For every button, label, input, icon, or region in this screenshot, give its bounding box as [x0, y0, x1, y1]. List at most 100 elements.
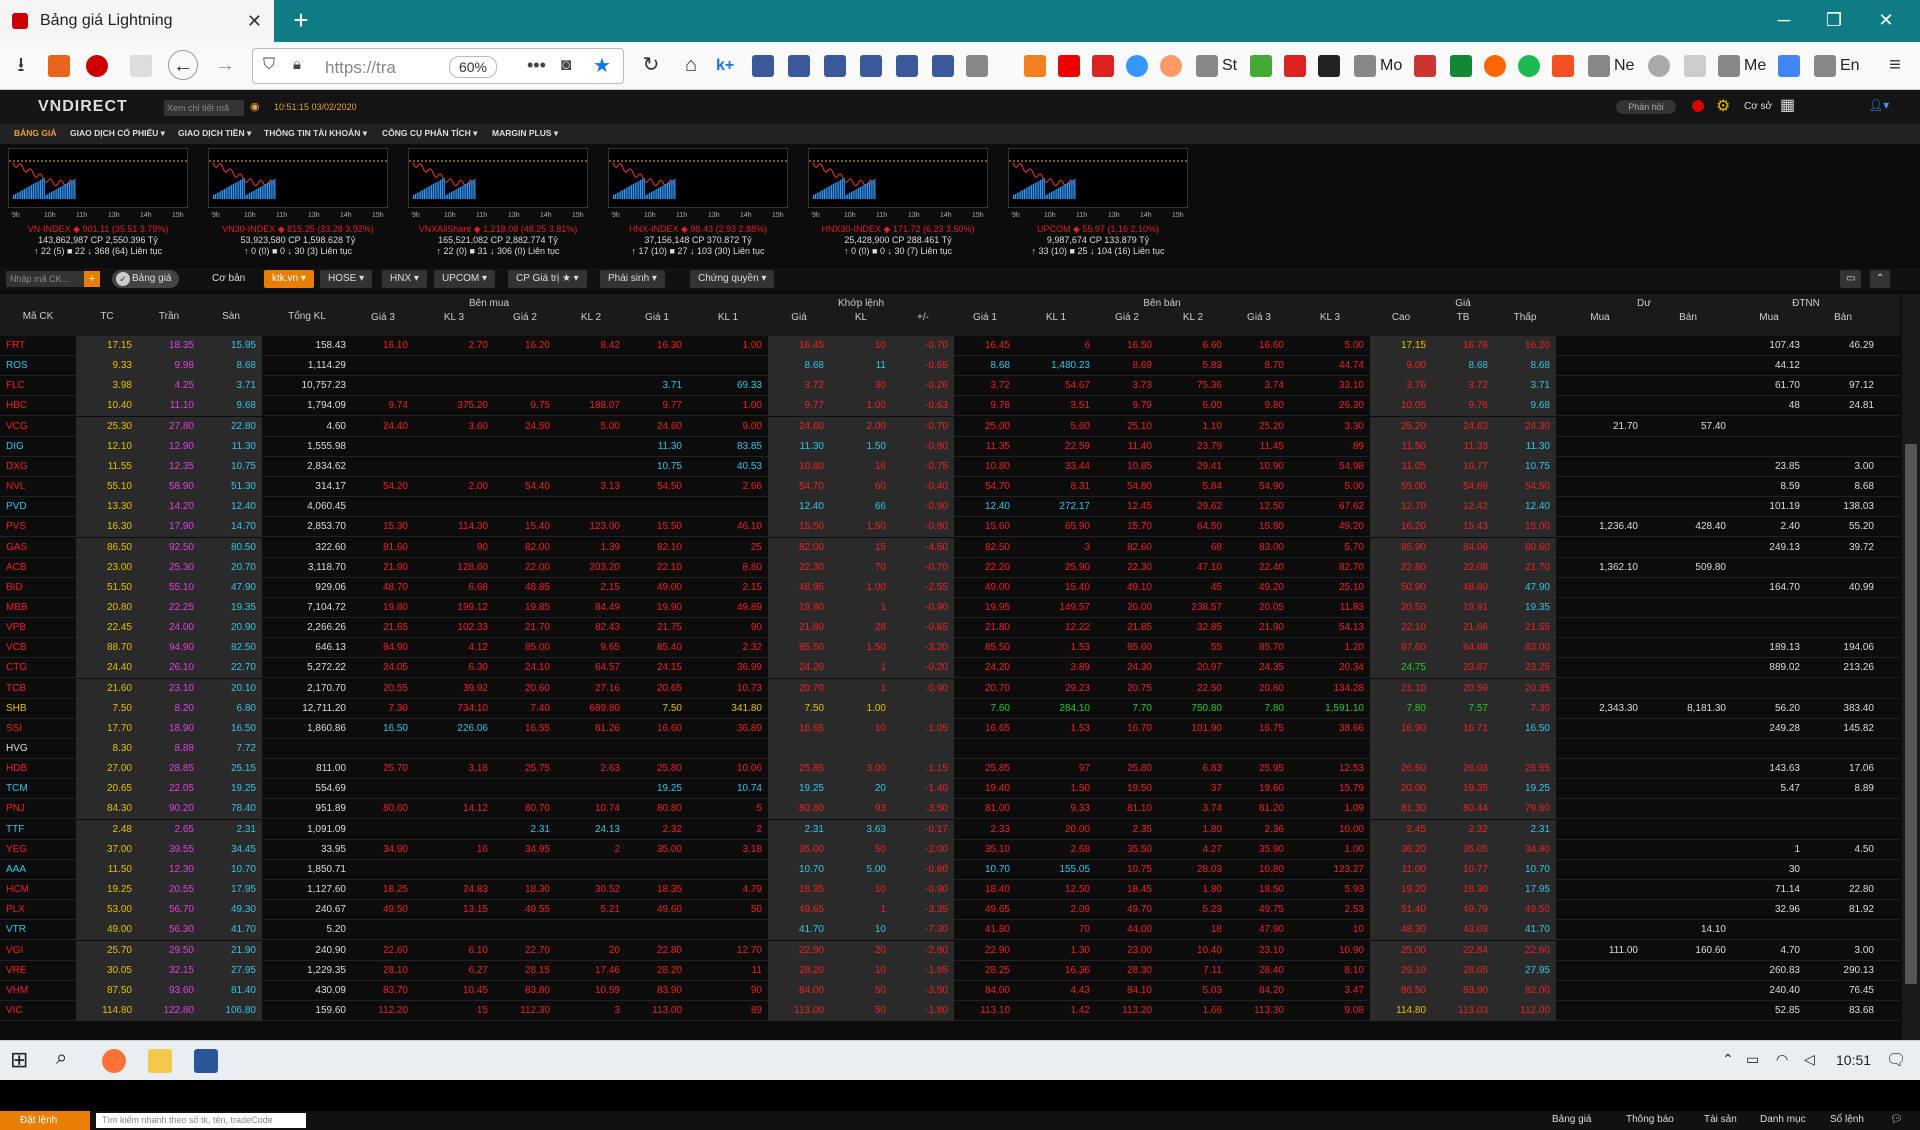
- symbol-cell[interactable]: AAA: [0, 860, 76, 880]
- symbol-cell[interactable]: HDB: [0, 759, 76, 779]
- menu-thong-tin-tai-khoan[interactable]: THÔNG TIN TÀI KHOẢN ▾: [264, 128, 367, 139]
- flipboard-bookmark-icon[interactable]: [1058, 55, 1080, 77]
- index-mini-chart[interactable]: [8, 148, 189, 208]
- url-bar[interactable]: ⛉ 🔒︎ https://tra 60% ••• ◙ ★: [252, 48, 624, 84]
- symbol-cell[interactable]: HVG: [0, 739, 76, 759]
- table-row[interactable]: ACB 23.00 25.30 20.70 3,118.70 21.90 128.60 22.…: [0, 557, 1900, 578]
- back-icon[interactable]: ←: [168, 50, 198, 80]
- index-mini-chart[interactable]: [808, 148, 989, 208]
- column-header[interactable]: Tổng KL: [262, 300, 352, 334]
- footer-bang-gia[interactable]: Bảng giá: [1552, 1114, 1591, 1125]
- page-bookmark-icon[interactable]: [1684, 55, 1706, 77]
- table-row[interactable]: MBB 20.80 22.25 19.35 7,104.72 19.80 199.12 19.…: [0, 597, 1900, 618]
- column-header[interactable]: KL 2: [1158, 308, 1228, 328]
- table-row[interactable]: PLX 53.00 56.70 49.30 240.67 49.50 13.15 49.55 5…: [0, 900, 1900, 921]
- add-symbol-icon[interactable]: +: [84, 271, 100, 287]
- table-row[interactable]: VGI 25.70 29.50 21.90 240.90 22.60 6.10 22.70 20…: [0, 940, 1900, 961]
- symbol-cell[interactable]: VCG: [0, 417, 76, 437]
- table-row[interactable]: VHM 87.50 93.60 81.40 430.09 83.70 10.45 83.80 1…: [0, 980, 1900, 1001]
- vertical-scrollbar[interactable]: [1902, 294, 1920, 1040]
- collapse-icon[interactable]: ⌃: [1870, 270, 1891, 288]
- table-row[interactable]: DIG 12.10 12.90 11.30 1,555.98 11.30 83.85 11.3…: [0, 436, 1900, 457]
- symbol-cell[interactable]: VTR: [0, 920, 76, 940]
- column-header[interactable]: Giá 2: [1096, 308, 1158, 328]
- globe-bookmark-icon[interactable]: [1126, 55, 1148, 77]
- symbol-cell[interactable]: FLC: [0, 376, 76, 396]
- d-bookmark-icon[interactable]: [1024, 55, 1046, 77]
- stock-detail-input[interactable]: Xem chỉ tiết mã: [164, 100, 244, 116]
- symbol-cell[interactable]: VGI: [0, 941, 76, 961]
- home-icon[interactable]: ⌂: [676, 50, 706, 80]
- column-header[interactable]: Mã CK: [0, 300, 76, 334]
- microsoft-bookmark-icon[interactable]: [1552, 55, 1574, 77]
- quick-search-input[interactable]: Tìm kiếm nhanh theo số tk, tên, tradeCod…: [96, 1113, 306, 1128]
- column-header[interactable]: KL: [830, 308, 892, 328]
- dark-bookmark-icon[interactable]: [1318, 55, 1340, 77]
- facebook-bookmark-icon[interactable]: [752, 55, 774, 77]
- chung-quyen-dropdown[interactable]: Chứng quyền ▾: [690, 270, 775, 288]
- reload-icon[interactable]: ↻: [636, 50, 666, 80]
- facebook-bookmark-icon[interactable]: [896, 55, 918, 77]
- battery-icon[interactable]: ▭: [1746, 1051, 1759, 1068]
- table-row[interactable]: SSI 17.70 18.90 16.50 1,860.86 16.50 226.06 16.…: [0, 718, 1900, 739]
- table-row[interactable]: HDB 27.00 28.85 25.15 811.00 25.70 3.18 25.75 2.…: [0, 759, 1900, 780]
- table-row[interactable]: TCM 20.65 22.05 19.25 554.69 19.25 10.74 19.25 2…: [0, 779, 1900, 800]
- table-row[interactable]: PVD 13.30 14.20 12.40 4,060.45 12.40 66 -0.90 12…: [0, 497, 1900, 518]
- table-row[interactable]: PVS 16.30 17.90 14.70 2,853.70 15.30 114.30 15.…: [0, 517, 1900, 538]
- apps-grid-icon[interactable]: ▦: [1780, 95, 1795, 115]
- folder-icon[interactable]: [1196, 55, 1218, 77]
- table-row[interactable]: VIC 114.80 122.80 106.80 159.60 112.20 15 112.3…: [0, 1000, 1900, 1021]
- cloud-bookmark-icon[interactable]: [1648, 55, 1670, 77]
- symbol-cell[interactable]: CTG: [0, 658, 76, 678]
- index-mini-chart[interactable]: [208, 148, 389, 208]
- web-bookmark-icon[interactable]: [1160, 55, 1182, 77]
- table-row[interactable]: HCM 19.25 20.55 17.95 1,127.60 18.25 24.83 18.3…: [0, 880, 1900, 901]
- symbol-cell[interactable]: PVD: [0, 497, 76, 517]
- facebook-bookmark-icon[interactable]: [932, 55, 954, 77]
- minimize-icon[interactable]: ─: [1760, 0, 1808, 42]
- symbol-cell[interactable]: BID: [0, 578, 76, 598]
- upcom-dropdown[interactable]: UPCOM ▾: [434, 270, 496, 288]
- five-bookmark-icon[interactable]: [1484, 55, 1506, 77]
- kplus-bookmark[interactable]: k+: [716, 57, 734, 75]
- browser-tab[interactable]: Bảng giá Lightning ✕: [0, 0, 274, 42]
- vn-flag-icon[interactable]: [1692, 100, 1704, 112]
- table-row[interactable]: VCG 25.30 27.80 22.80 4.60 24.40 3.60 24.50 5.00…: [0, 416, 1900, 437]
- column-header[interactable]: Giá 1: [626, 308, 688, 328]
- table-row[interactable]: BID 51.50 55.10 47.90 929.06 48.70 6.68 48.85 2.…: [0, 577, 1900, 598]
- file-explorer-icon[interactable]: [148, 1049, 172, 1073]
- column-header[interactable]: Giá 2: [494, 308, 556, 328]
- chat-icon[interactable]: 💬︎: [1890, 1114, 1903, 1125]
- column-header[interactable]: Trần: [138, 300, 200, 334]
- column-header[interactable]: +/-: [892, 308, 954, 328]
- windows-start-icon[interactable]: ⊞: [10, 1047, 28, 1073]
- footer-so-lenh[interactable]: Sổ lệnh: [1830, 1114, 1864, 1125]
- column-header[interactable]: KL 2: [556, 308, 626, 328]
- table-row[interactable]: TTF 2.48 2.65 2.31 1,091.09 2.31 24.13 2.32 2 2.3…: [0, 819, 1900, 840]
- table-row[interactable]: DXG 11.55 12.35 10.75 2,834.62 10.75 40.53 10.8…: [0, 456, 1900, 477]
- footer-danh-muc[interactable]: Danh mục: [1760, 1114, 1806, 1125]
- restore-icon[interactable]: ❐: [1810, 0, 1858, 42]
- table-row[interactable]: VRE 30.05 32.15 27.95 1,229.35 28.10 6.27 28.15…: [0, 960, 1900, 981]
- column-header[interactable]: Cao: [1370, 308, 1432, 328]
- symbol-cell[interactable]: HCM: [0, 880, 76, 900]
- column-header[interactable]: KL 3: [1290, 308, 1370, 328]
- symbol-cell[interactable]: ROS: [0, 356, 76, 376]
- pocket-icon[interactable]: ◙: [561, 55, 571, 75]
- table-row[interactable]: FLC 3.98 4.25 3.71 10,757.23 3.71 69.33 3.72 30 -…: [0, 376, 1900, 397]
- leaf-bookmark-icon[interactable]: [1250, 55, 1272, 77]
- symbol-cell[interactable]: PNJ: [0, 799, 76, 819]
- page-actions-icon[interactable]: •••: [527, 55, 546, 76]
- symbol-cell[interactable]: DIG: [0, 437, 76, 457]
- folder-icon[interactable]: [1814, 55, 1836, 77]
- table-row[interactable]: SHB 7.50 8.20 6.80 12,711.20 7.30 734.10 7.40 68…: [0, 698, 1900, 719]
- user-icon[interactable]: 👤︎▾: [1868, 98, 1889, 112]
- symbol-cell[interactable]: MBB: [0, 598, 76, 618]
- table-row[interactable]: AAA 11.50 12.30 10.70 1,850.71 10.70 5.00 -0.80…: [0, 859, 1900, 880]
- symbol-cell[interactable]: PLX: [0, 900, 76, 920]
- column-header[interactable]: Thấp: [1494, 308, 1556, 328]
- symbol-cell[interactable]: TCB: [0, 679, 76, 699]
- cp-gia-tri-dropdown[interactable]: CP Giá trị ★ ▾: [508, 270, 587, 288]
- column-header[interactable]: Bán: [1806, 308, 1880, 328]
- table-row[interactable]: TCB 21.60 23.10 20.10 2,170.70 20.55 39.92 20.6…: [0, 678, 1900, 699]
